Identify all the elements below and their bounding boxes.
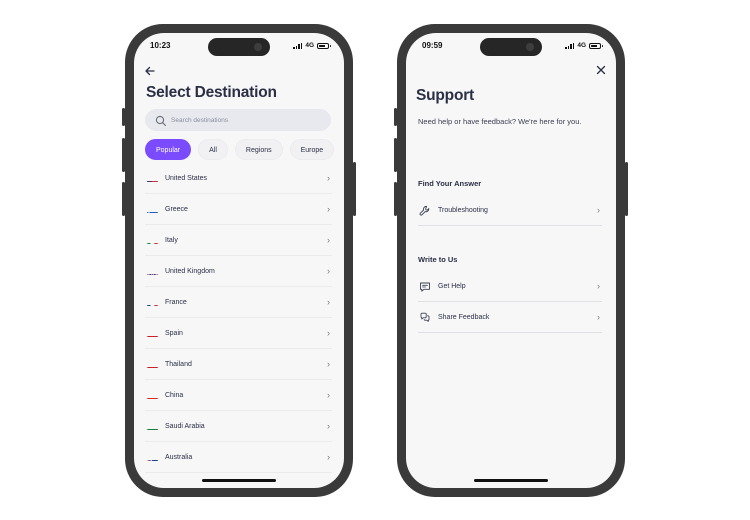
spain-flag-icon [147, 330, 158, 337]
list-item-label: Thailand [165, 360, 192, 368]
greece-flag-icon [147, 206, 158, 213]
volume-up-button [122, 138, 125, 172]
list-item-get-help[interactable]: Get Help › [418, 271, 602, 302]
battery-icon [589, 42, 603, 49]
signal-icon [565, 42, 575, 49]
page-title: Support [416, 87, 475, 104]
search-input[interactable] [171, 113, 321, 127]
filter-chips: Popular All Regions Europe [145, 139, 335, 160]
chevron-right-icon: › [327, 235, 330, 245]
list-item-label: United Kingdom [165, 267, 215, 275]
wrench-icon [419, 204, 431, 216]
list-item-label: United States [165, 174, 208, 182]
page-title: Select Destination [146, 84, 277, 101]
power-button [625, 162, 628, 216]
chip-popular[interactable]: Popular [145, 139, 192, 160]
chevron-right-icon: › [327, 390, 330, 400]
chevron-right-icon: › [327, 421, 330, 431]
list-item-united-kingdom[interactable]: United Kingdom › [145, 256, 332, 287]
chevron-right-icon: › [327, 328, 330, 338]
network-label: 4G [577, 42, 586, 49]
chevron-right-icon: › [327, 452, 330, 462]
chevron-right-icon: › [327, 297, 330, 307]
list-item-label: Get Help [438, 282, 466, 290]
intro-text: Need help or have feedback? We're here f… [418, 117, 582, 126]
thailand-flag-icon [147, 361, 158, 368]
section-heading-write-to-us: Write to Us [418, 255, 458, 264]
power-button [353, 162, 356, 216]
france-flag-icon [147, 299, 158, 306]
uk-flag-icon [147, 268, 158, 275]
status-time: 10:23 [150, 41, 171, 50]
status-bar: 10:23 4G [134, 41, 344, 55]
list-item-label: France [165, 298, 187, 306]
chip-all[interactable]: All [198, 139, 228, 160]
china-flag-icon [147, 392, 158, 399]
saudi-arabia-flag-icon [147, 423, 158, 430]
destination-list: United States › Greece › Italy › United … [145, 163, 332, 473]
volume-down-button [394, 182, 397, 216]
volume-down-button [122, 182, 125, 216]
us-flag-icon [147, 175, 158, 182]
volume-up-button [394, 138, 397, 172]
status-time: 09:59 [422, 41, 443, 50]
home-indicator[interactable] [474, 479, 548, 482]
list-item-label: Spain [165, 329, 183, 337]
battery-icon [317, 42, 331, 49]
list-item-troubleshooting[interactable]: Troubleshooting › [418, 195, 602, 226]
chevron-right-icon: › [597, 281, 600, 291]
chevron-right-icon: › [327, 359, 330, 369]
list-item-label: Greece [165, 205, 188, 213]
list-item-label: China [165, 391, 184, 399]
list-item-united-states[interactable]: United States › [145, 163, 332, 194]
list-item-label: Australia [165, 453, 193, 461]
phone-frame-right: 09:59 4G Support Need help or have feedb… [394, 24, 628, 497]
search-icon [155, 114, 167, 127]
list-item-label: Saudi Arabia [165, 422, 205, 430]
home-indicator[interactable] [202, 479, 276, 482]
close-icon[interactable] [595, 64, 607, 78]
chevron-right-icon: › [327, 266, 330, 276]
list-item-spain[interactable]: Spain › [145, 318, 332, 349]
list-item-australia[interactable]: Australia › [145, 442, 332, 473]
network-label: 4G [305, 42, 314, 49]
chevron-right-icon: › [597, 205, 600, 215]
chevron-right-icon: › [327, 204, 330, 214]
section-heading-find-answer: Find Your Answer [418, 179, 482, 188]
list-item-saudi-arabia[interactable]: Saudi Arabia › [145, 411, 332, 442]
chevron-right-icon: › [327, 173, 330, 183]
chip-europe[interactable]: Europe [289, 139, 335, 160]
chat-help-icon [419, 280, 431, 292]
screen-support: 09:59 4G Support Need help or have feedb… [406, 33, 616, 488]
list-item-greece[interactable]: Greece › [145, 194, 332, 225]
list-item-label: Troubleshooting [438, 206, 488, 214]
list-item-share-feedback[interactable]: Share Feedback › [418, 302, 602, 333]
status-bar: 09:59 4G [406, 41, 616, 55]
australia-flag-icon [147, 454, 158, 461]
list-item-label: Share Feedback [438, 313, 490, 321]
back-arrow-icon[interactable] [144, 65, 156, 77]
screen-select-destination: 10:23 4G Select Destination Popular All … [134, 33, 344, 488]
chip-regions[interactable]: Regions [234, 139, 283, 160]
signal-icon [293, 42, 303, 49]
italy-flag-icon [147, 237, 158, 244]
list-item-italy[interactable]: Italy › [145, 225, 332, 256]
mute-switch [394, 108, 397, 126]
list-item-thailand[interactable]: Thailand › [145, 349, 332, 380]
list-item-china[interactable]: China › [145, 380, 332, 411]
list-item-label: Italy [165, 236, 178, 244]
chevron-right-icon: › [597, 312, 600, 322]
feedback-icon [419, 311, 431, 323]
list-item-france[interactable]: France › [145, 287, 332, 318]
mute-switch [122, 108, 125, 126]
search-bar[interactable] [145, 109, 331, 131]
phone-frame-left: 10:23 4G Select Destination Popular All … [122, 24, 356, 497]
